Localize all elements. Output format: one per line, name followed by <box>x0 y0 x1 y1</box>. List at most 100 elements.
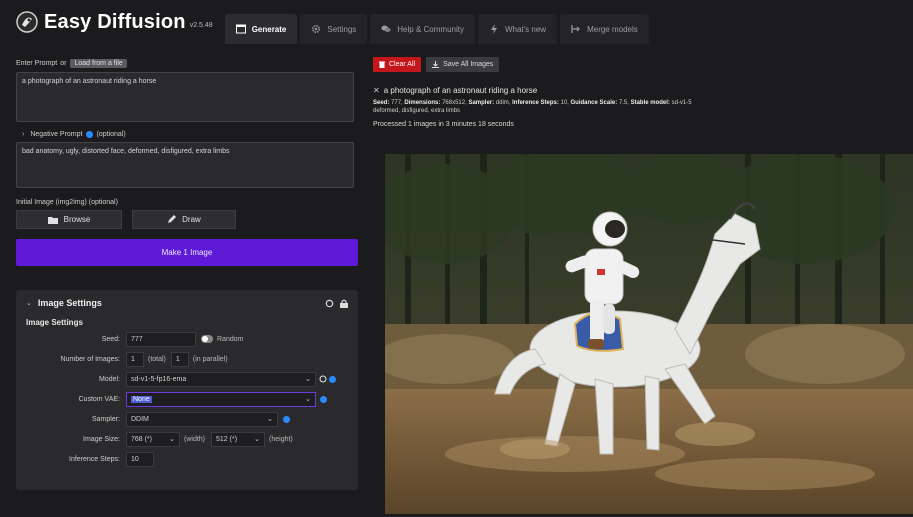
negative-prompt-input[interactable]: bad anatomy, ugly, distorted face, defor… <box>16 142 354 188</box>
download-icon <box>432 61 440 68</box>
vae-row: Custom VAE: None ⌄ <box>26 391 348 407</box>
seed-label: Seed: <box>101 335 120 343</box>
num-images-total-label: (total) <box>148 355 166 363</box>
model-value: sd-v1-5-fp16-ema <box>131 375 187 383</box>
vae-info-icon[interactable] <box>320 395 327 403</box>
gear-icon <box>312 24 321 34</box>
meta-sampler: ddim, <box>495 100 511 106</box>
folder-icon <box>47 216 58 224</box>
right-panel: Clear All Save All Images ✕ a photograph… <box>373 57 913 517</box>
image-settings-panel: ⌄ Image Settings Image Settings Seed: 77… <box>16 290 358 490</box>
tab-settings[interactable]: Settings <box>300 14 368 44</box>
image-height-value: 512 (*) <box>216 435 238 443</box>
tab-whats-new[interactable]: What's new <box>477 14 558 44</box>
num-images-row: Number of Images: 1 (total) 1 (in parall… <box>26 351 348 367</box>
image-height-select[interactable]: 512 (*) ⌄ <box>211 431 266 447</box>
sampler-select[interactable]: DDIM ⌄ <box>126 411 278 427</box>
image-settings-subtitle: Image Settings <box>26 318 83 327</box>
image-size-label: Image Size: <box>83 435 120 443</box>
image-width-value: 768 (*) <box>131 435 153 443</box>
chevron-down-icon: ⌄ <box>254 436 261 443</box>
sampler-label: Sampler: <box>91 415 120 423</box>
meta-steps-label: Inference Steps: <box>512 100 559 106</box>
chevron-down-icon: ⌄ <box>305 396 311 403</box>
result-actions: Clear All Save All Images <box>373 57 913 72</box>
refresh-icon[interactable] <box>319 375 327 383</box>
result-title-row: ✕ a photograph of an astronaut riding a … <box>373 86 913 95</box>
vae-select[interactable]: None ⌄ <box>126 391 316 407</box>
astronaut-horse-image <box>385 154 913 514</box>
clear-all-label: Clear All <box>389 61 416 68</box>
prompt-label-row: Enter Prompt or Load from a file <box>16 57 358 69</box>
top-header: Easy Diffusion v2.5.48 Generate Settings… <box>0 0 913 44</box>
browse-label: Browse <box>63 215 91 224</box>
tab-generate[interactable]: Generate <box>224 14 298 44</box>
result-prompt-title: a photograph of an astronaut riding a ho… <box>383 86 538 95</box>
tab-label: What's new <box>504 24 547 34</box>
tab-help-community[interactable]: Help & Community <box>370 14 475 44</box>
tab-label: Generate <box>251 24 287 34</box>
meta-dim: 768x512, <box>442 100 467 106</box>
meta-steps: 10, <box>560 100 569 106</box>
meta-seed: 777, <box>391 100 403 106</box>
prompt-label: Enter Prompt <box>16 59 58 67</box>
meta-model-label: Stable model: <box>630 100 670 106</box>
meta-seed-label: Seed: <box>373 100 390 106</box>
draw-label: Draw <box>182 215 201 224</box>
meta-model: sd-v1-5 <box>671 100 692 106</box>
merge-icon <box>571 25 580 33</box>
prompt-input[interactable]: a photograph of an astronaut riding a ho… <box>16 72 354 122</box>
generated-image[interactable] <box>385 154 913 514</box>
reset-icon[interactable] <box>325 299 334 308</box>
bolt-icon <box>490 24 497 34</box>
logo-icon <box>16 11 38 33</box>
initial-image-buttons: Browse Draw <box>16 210 358 229</box>
image-settings-title: Image Settings <box>37 298 102 308</box>
image-height-label: (height) <box>269 435 293 443</box>
seed-input[interactable]: 777 <box>126 331 196 347</box>
save-all-images-button[interactable]: Save All Images <box>426 57 500 72</box>
negative-prompt-optional: (optional) <box>96 131 126 138</box>
sampler-value: DDIM <box>131 415 149 423</box>
meta-guidance-label: Guidance Scale: <box>570 100 618 106</box>
pencil-icon <box>168 215 177 223</box>
tab-label: Merge models <box>587 24 638 34</box>
main-tabs: Generate Settings Help & Community What'… <box>224 0 652 44</box>
image-width-select[interactable]: 768 (*) ⌄ <box>126 431 180 447</box>
num-images-parallel-label: (in parallel) <box>192 355 228 363</box>
chevron-down-icon: ⌄ <box>305 376 311 383</box>
vae-value: None <box>131 395 152 403</box>
tab-merge-models[interactable]: Merge models <box>560 14 649 44</box>
num-images-parallel-input[interactable]: 1 <box>170 351 189 367</box>
chevron-down-icon: ⌄ <box>26 300 32 307</box>
meta-dim-label: Dimensions: <box>404 100 441 106</box>
chevron-down-icon: ⌄ <box>267 416 273 423</box>
model-select[interactable]: sd-v1-5-fp16-ema ⌄ <box>126 371 316 387</box>
info-icon[interactable] <box>86 131 94 138</box>
random-seed-toggle[interactable] <box>201 335 213 343</box>
close-icon[interactable]: ✕ <box>373 86 380 95</box>
result-metadata: Seed: 777, Dimensions: 768x512, Sampler:… <box>373 99 913 115</box>
load-from-file-button[interactable]: Load from a file <box>70 58 127 68</box>
meta-sampler-label: Sampler: <box>468 100 495 106</box>
lock-icon[interactable] <box>340 299 348 308</box>
num-images-total-input[interactable]: 1 <box>126 351 144 367</box>
image-settings-header[interactable]: ⌄ Image Settings <box>26 298 348 308</box>
negative-prompt-label-row[interactable]: › Negative Prompt (optional) <box>22 131 358 138</box>
processed-status: Processed 1 images in 3 minutes 18 secon… <box>373 121 514 129</box>
steps-input[interactable]: 10 <box>126 451 154 467</box>
model-row: Model: sd-v1-5-fp16-ema ⌄ <box>26 371 348 387</box>
model-label: Model: <box>98 375 120 383</box>
draw-button[interactable]: Draw <box>132 210 236 229</box>
meta-guidance: 7.5, <box>618 100 629 106</box>
app-logo: Easy Diffusion v2.5.48 <box>16 11 213 34</box>
vae-label: Custom VAE: <box>78 395 121 403</box>
model-info-icon[interactable] <box>329 375 336 383</box>
image-size-row: Image Size: 768 (*) ⌄ (width) 512 (*) ⌄ … <box>26 431 348 447</box>
clear-all-button[interactable]: Clear All <box>373 57 422 72</box>
sampler-info-icon[interactable] <box>283 415 290 423</box>
make-image-button[interactable]: Make 1 Image <box>16 239 358 266</box>
browse-button[interactable]: Browse <box>16 210 122 229</box>
app-version: v2.5.48 <box>189 22 213 29</box>
prompt-or: or <box>60 59 67 67</box>
